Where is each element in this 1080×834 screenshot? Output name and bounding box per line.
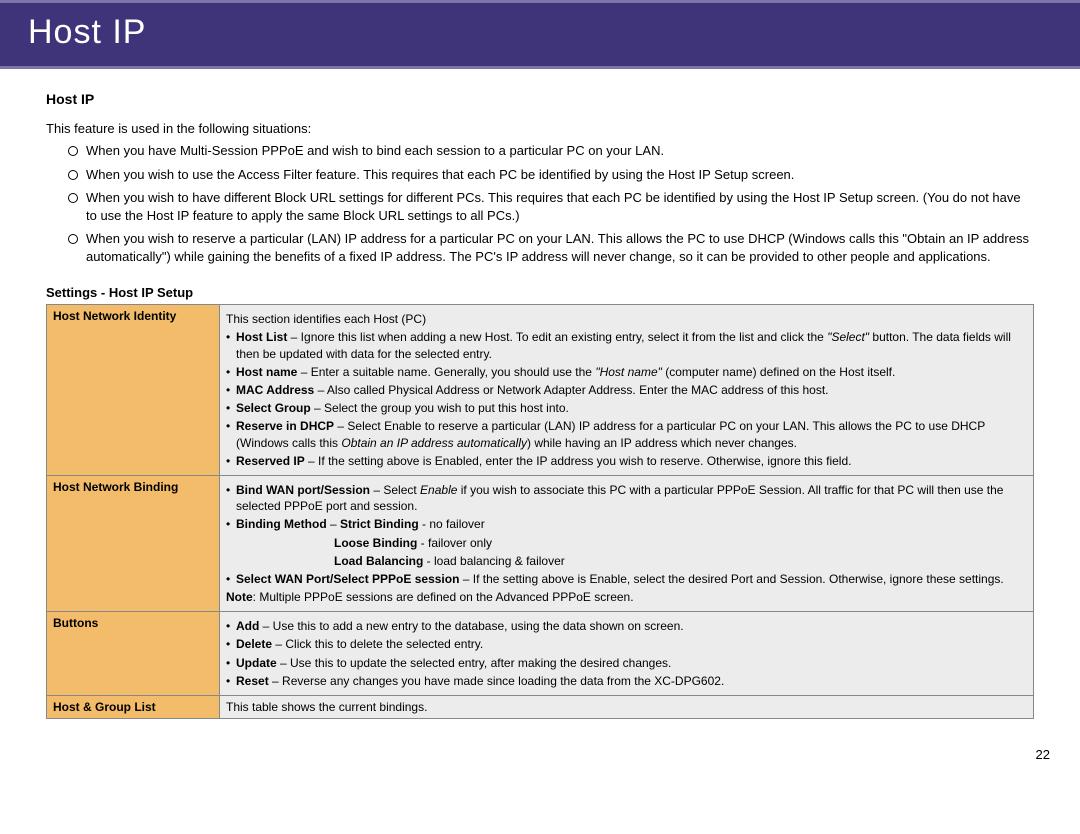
reset-item: Reset – Reverse any changes you have mad… xyxy=(226,673,1027,689)
page-header: Host IP xyxy=(0,0,1080,69)
page-title: Host IP xyxy=(28,13,1052,52)
table-row: Host Network Binding Bind WAN port/Sessi… xyxy=(47,475,1034,611)
bindingmethod-item: Binding Method – Strict Binding - no fai… xyxy=(226,516,1027,532)
table-row: Buttons Add – Use this to add a new entr… xyxy=(47,612,1034,696)
hostlist-item: Host List – Ignore this list when adding… xyxy=(226,329,1027,361)
mac-item: MAC Address – Also called Physical Addre… xyxy=(226,382,1027,398)
loose-binding-item: Loose Binding - failover only xyxy=(226,535,1027,551)
settings-subtitle: Settings - Host IP Setup xyxy=(46,285,1034,300)
add-item: Add – Use this to add a new entry to the… xyxy=(226,618,1027,634)
page-content: Host IP This feature is used in the foll… xyxy=(0,69,1080,739)
note-item: Note: Multiple PPPoE sessions are define… xyxy=(226,589,1027,605)
reservedip-item: Reserved IP – If the setting above is En… xyxy=(226,453,1027,469)
update-item: Update – Use this to update the selected… xyxy=(226,655,1027,671)
list-item: When you wish to use the Access Filter f… xyxy=(68,166,1034,184)
table-row: Host & Group List This table shows the c… xyxy=(47,696,1034,719)
settings-table: Host Network Identity This section ident… xyxy=(46,304,1034,719)
row-content: Add – Use this to add a new entry to the… xyxy=(220,612,1034,696)
list-item: When you have Multi-Session PPPoE and wi… xyxy=(68,142,1034,160)
list-item: When you wish to reserve a particular (L… xyxy=(68,230,1034,265)
intro-text: This feature is used in the following si… xyxy=(46,121,1034,136)
page-number: 22 xyxy=(0,739,1080,774)
delete-item: Delete – Click this to delete the select… xyxy=(226,636,1027,652)
section-title: Host IP xyxy=(46,91,1034,107)
row-label: Host Network Identity xyxy=(47,305,220,476)
row-content: Bind WAN port/Session – Select Enable if… xyxy=(220,475,1034,611)
selectgroup-item: Select Group – Select the group you wish… xyxy=(226,400,1027,416)
row-content: This table shows the current bindings. xyxy=(220,696,1034,719)
identity-intro: This section identifies each Host (PC) xyxy=(226,311,1027,327)
selectwan-item: Select WAN Port/Select PPPoE session – I… xyxy=(226,571,1027,587)
reservedhcp-item: Reserve in DHCP – Select Enable to reser… xyxy=(226,418,1027,450)
hostname-item: Host name – Enter a suitable name. Gener… xyxy=(226,364,1027,380)
row-label: Host & Group List xyxy=(47,696,220,719)
row-content: This section identifies each Host (PC) H… xyxy=(220,305,1034,476)
situation-list: When you have Multi-Session PPPoE and wi… xyxy=(46,142,1034,265)
table-row: Host Network Identity This section ident… xyxy=(47,305,1034,476)
list-item: When you wish to have different Block UR… xyxy=(68,189,1034,224)
row-label: Buttons xyxy=(47,612,220,696)
bindwan-item: Bind WAN port/Session – Select Enable if… xyxy=(226,482,1027,514)
load-balancing-item: Load Balancing - load balancing & failov… xyxy=(226,553,1027,569)
row-label: Host Network Binding xyxy=(47,475,220,611)
